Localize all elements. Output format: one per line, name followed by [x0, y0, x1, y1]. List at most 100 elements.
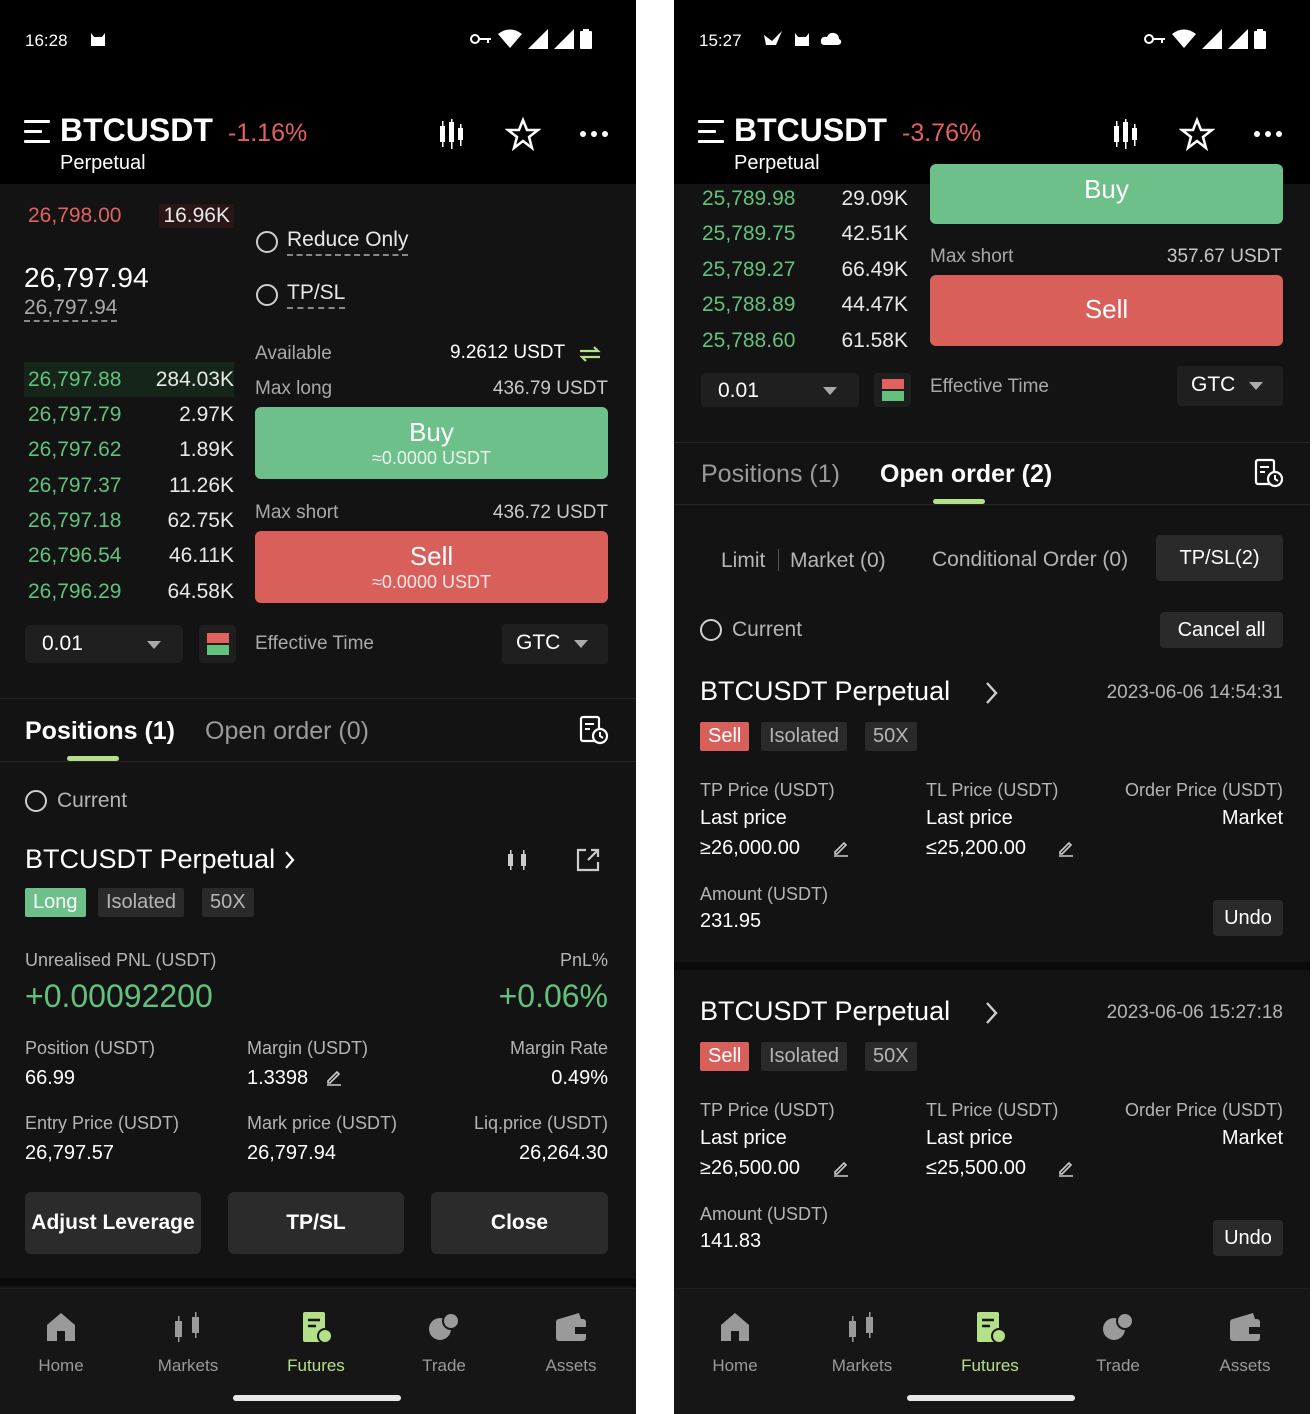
tab-open-order[interactable]: Open order (0) [205, 717, 369, 746]
current-label[interactable]: Current [732, 618, 802, 642]
nav-assets[interactable]: Assets [1195, 1309, 1295, 1376]
orderbook-bid-row[interactable]: 26,796.29 64.58K [24, 574, 234, 609]
precision-select[interactable]: 0.01 [25, 625, 183, 663]
reduce-only-label[interactable]: Reduce Only [287, 228, 409, 256]
more-icon[interactable] [1250, 116, 1286, 152]
order-title[interactable]: BTCUSDT Perpetual [700, 676, 950, 707]
tab-positions[interactable]: Positions (1) [25, 717, 175, 746]
tab-open-order[interactable]: Open order (2) [880, 460, 1052, 489]
sell-button[interactable]: Sell ≈0.0000 USDT [255, 531, 608, 603]
orderbook-bid-row[interactable]: 26,797.37 11.26K [24, 468, 234, 503]
buy-button[interactable]: Buy ≈0.0000 USDT [255, 407, 608, 479]
order-history-icon[interactable] [1253, 457, 1285, 489]
depth-toggle[interactable] [874, 373, 911, 407]
menu-icon[interactable] [698, 120, 726, 144]
subtab-limit[interactable]: Limit [721, 549, 765, 573]
orderbook-bid-row[interactable]: 26,797.18 62.75K [24, 503, 234, 538]
candlestick-icon[interactable] [1108, 116, 1144, 152]
tl-trigger: Last price [926, 807, 1013, 829]
orderbook-bid-row[interactable]: 25,789.98 29.09K [698, 181, 908, 216]
orderbook-ask-row[interactable]: 26,798.00 16.96K [24, 198, 234, 233]
order-history-icon[interactable] [578, 714, 610, 746]
menu-icon[interactable] [24, 120, 52, 144]
pencil-icon[interactable] [325, 1068, 343, 1086]
sell-button[interactable]: Sell [930, 275, 1283, 346]
share-icon[interactable] [574, 846, 602, 874]
candlestick-icon[interactable] [434, 116, 470, 152]
pencil-icon[interactable] [1057, 1159, 1075, 1177]
orderbook-bid-row[interactable]: 26,797.62 1.89K [24, 432, 234, 467]
tpsl-label[interactable]: TP/SL [287, 281, 346, 309]
orderbook-bid-row[interactable]: 25,788.60 61.58K [698, 323, 908, 358]
cancel-all-button[interactable]: Cancel all [1160, 612, 1283, 648]
close-position-button[interactable]: Close [431, 1192, 608, 1254]
precision-select[interactable]: 0.01 [701, 373, 859, 407]
order-title[interactable]: BTCUSDT Perpetual [700, 996, 950, 1027]
tl-value: ≤25,200.00 [926, 837, 1026, 859]
current-label[interactable]: Current [57, 789, 127, 813]
position-title[interactable]: BTCUSDT Perpetual [25, 844, 275, 875]
orderbook-bid-row[interactable]: 25,789.75 42.51K [698, 216, 908, 251]
tpsl-radio[interactable] [256, 284, 278, 306]
pencil-icon[interactable] [832, 839, 850, 857]
subtab-tpsl[interactable]: TP/SL(2) [1156, 535, 1283, 581]
more-icon[interactable] [576, 116, 612, 152]
subtab-conditional[interactable]: Conditional Order (0) [932, 548, 1128, 572]
assets-icon [556, 1313, 586, 1341]
star-icon[interactable] [1179, 116, 1215, 152]
undo-button[interactable]: Undo [1213, 900, 1283, 936]
margin-mode-badge: Isolated [761, 1042, 848, 1071]
nav-markets[interactable]: Markets [812, 1309, 912, 1376]
max-long-value: 436.79 USDT [492, 378, 608, 399]
reduce-only-radio[interactable] [256, 231, 278, 253]
orderbook-bid-row[interactable]: 26,797.79 2.97K [24, 397, 234, 432]
signal-roaming-icon [1228, 29, 1248, 49]
pencil-icon[interactable] [1057, 839, 1075, 857]
nav-futures[interactable]: Futures [940, 1309, 1040, 1376]
star-icon[interactable] [505, 116, 541, 152]
depth-toggle[interactable] [199, 625, 236, 663]
effective-time-select[interactable]: GTC [1177, 366, 1283, 406]
nav-markets[interactable]: Markets [138, 1309, 238, 1376]
phone-screen-left: 16:28 BTCUSDT -1.16% Perpetual 26,798.00… [0, 0, 636, 1414]
chevron-right-icon[interactable] [985, 1001, 999, 1025]
orderbook-bid-row[interactable]: 26,797.88 284.03K [24, 362, 234, 397]
effective-time-select[interactable]: GTC [502, 624, 608, 664]
buy-button[interactable]: Buy [930, 164, 1283, 224]
current-radio[interactable] [25, 790, 47, 812]
orderbook-bid-row[interactable]: 25,788.89 44.47K [698, 287, 908, 322]
home-indicator[interactable] [907, 1395, 1075, 1401]
chevron-right-icon[interactable] [284, 850, 296, 870]
orderbook-layout-icon [207, 633, 229, 655]
leverage-badge: 50X [202, 888, 254, 917]
orderbook-bid-row[interactable]: 25,789.27 66.49K [698, 252, 908, 287]
chevron-right-icon[interactable] [985, 681, 999, 705]
pencil-icon[interactable] [832, 1159, 850, 1177]
side-badge: Sell [700, 722, 750, 751]
contract-type: Perpetual [734, 152, 820, 174]
current-radio[interactable] [700, 619, 722, 641]
nav-home[interactable]: Home [11, 1309, 111, 1376]
entry-price-value: 26,797.57 [25, 1142, 114, 1164]
futures-icon [303, 1312, 333, 1344]
orderbook-bid-row[interactable]: 26,796.54 46.11K [24, 538, 234, 573]
symbol-title[interactable]: BTCUSDT [734, 112, 887, 149]
nav-futures[interactable]: Futures [266, 1309, 366, 1376]
nav-home[interactable]: Home [685, 1309, 785, 1376]
undo-button[interactable]: Undo [1213, 1220, 1283, 1256]
tpsl-button[interactable]: TP/SL [228, 1192, 404, 1254]
adjust-leverage-button[interactable]: Adjust Leverage [25, 1192, 201, 1254]
candlestick-icon[interactable] [504, 846, 532, 874]
amount-label: Amount (USDT) [700, 1204, 829, 1224]
symbol-title[interactable]: BTCUSDT [60, 112, 213, 149]
home-indicator[interactable] [233, 1395, 401, 1401]
nav-trade[interactable]: Trade [1068, 1309, 1168, 1376]
nav-assets[interactable]: Assets [521, 1309, 621, 1376]
chevron-down-icon [147, 641, 161, 649]
subtab-market[interactable]: Market (0) [790, 549, 886, 573]
market-header: BTCUSDT -1.16% Perpetual [0, 110, 636, 184]
leverage-badge: 50X [865, 1042, 917, 1071]
swap-icon[interactable] [578, 344, 602, 364]
tab-positions[interactable]: Positions (1) [701, 460, 840, 489]
nav-trade[interactable]: Trade [394, 1309, 494, 1376]
